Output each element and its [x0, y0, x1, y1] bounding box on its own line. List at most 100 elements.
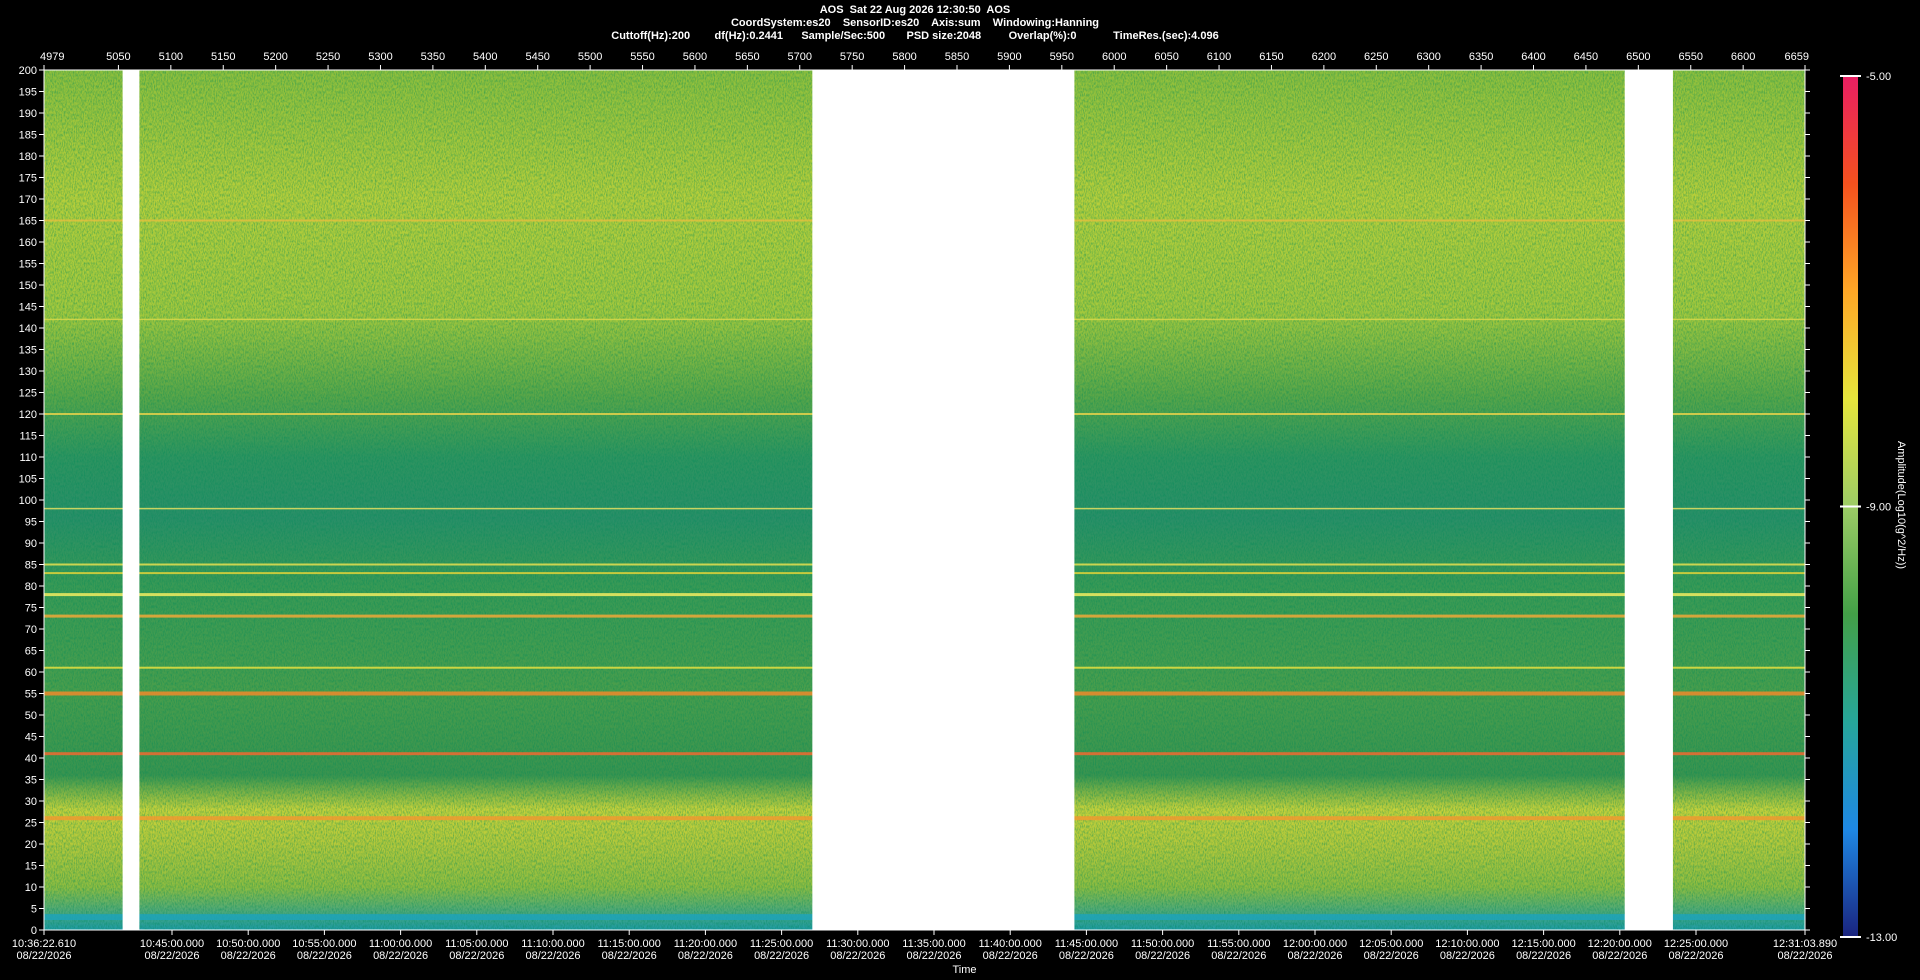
y-tick-label: 85 [25, 560, 37, 572]
bottom-tick-date: 08/22/2026 [983, 950, 1038, 962]
bottom-tick-date: 08/22/2026 [221, 950, 276, 962]
y-tick-label: 135 [19, 345, 37, 357]
y-tick-label: 95 [25, 517, 37, 529]
bottom-tick-date: 08/22/2026 [1364, 950, 1419, 962]
bottom-tick-date: 08/22/2026 [449, 950, 504, 962]
top-tick-label: 4979 [40, 51, 64, 63]
top-tick-label: 5200 [263, 51, 287, 63]
y-tick-label: 115 [19, 431, 37, 443]
x-axis-label: Time [952, 964, 976, 976]
top-tick-label: 5850 [945, 51, 969, 63]
y-tick-label: 190 [19, 108, 37, 120]
bottom-tick-date: 08/22/2026 [1135, 950, 1190, 962]
colorbar-tick-label: -13.00 [1866, 932, 1897, 944]
data-gap [1624, 70, 1673, 930]
bottom-tick-date: 08/22/2026 [1059, 950, 1114, 962]
y-tick-label: 200 [19, 65, 37, 77]
y-tick-label: 55 [25, 689, 37, 701]
spectrogram-chart: 0 5 10 15 20 25 30 35 40 45 50 55 60 65 70 75 80 85 90 95 10… [12, 51, 1897, 976]
bottom-tick-time: 11:50:00.000 [1131, 938, 1194, 950]
y-tick-label: 70 [25, 624, 37, 636]
bottom-tick-time: 11:15:00.000 [597, 938, 660, 950]
bottom-tick-date: 08/22/2026 [754, 950, 809, 962]
top-tick-label: 6250 [1364, 51, 1388, 63]
top-tick-label: 5250 [316, 51, 340, 63]
bottom-tick-time: 10:55:00.000 [292, 938, 356, 950]
bottom-tick-date: 08/22/2026 [297, 950, 352, 962]
top-tick-label: 6500 [1626, 51, 1650, 63]
y-tick-label: 170 [19, 194, 37, 206]
bottom-tick-date: 08/22/2026 [16, 950, 71, 962]
top-tick-label: 5650 [735, 51, 759, 63]
top-tick-label: 6050 [1154, 51, 1178, 63]
y-tick-label: 110 [19, 452, 37, 464]
bottom-tick-time: 12:00:00.000 [1283, 938, 1347, 950]
colorbar-tick-label: -9.00 [1866, 502, 1891, 514]
bottom-tick-date: 08/22/2026 [1668, 950, 1723, 962]
bottom-tick-time: 11:10:00.000 [521, 938, 584, 950]
data-gap [122, 70, 140, 930]
top-tick-label: 5700 [788, 51, 812, 63]
y-tick-label: 25 [25, 818, 37, 830]
bottom-tick-time: 11:45:00.000 [1055, 938, 1118, 950]
top-tick-label: 5450 [525, 51, 549, 63]
bottom-tick-date: 08/22/2026 [1516, 950, 1571, 962]
bottom-tick-time: 11:25:00.000 [750, 938, 813, 950]
bottom-tick-date: 08/22/2026 [830, 950, 885, 962]
bottom-tick-time: 12:05:00.000 [1359, 938, 1423, 950]
y-tick-label: 10 [25, 882, 37, 894]
top-tick-label: 6200 [1312, 51, 1336, 63]
top-tick-label: 5300 [368, 51, 392, 63]
y-tick-label: 130 [19, 366, 37, 378]
top-tick-label: 5550 [630, 51, 654, 63]
bottom-tick-time: 11:00:00.000 [369, 938, 432, 950]
bottom-tick-date: 08/22/2026 [906, 950, 961, 962]
y-tick-label: 45 [25, 732, 37, 744]
bottom-tick-time: 10:50:00.000 [216, 938, 280, 950]
y-tick-label: 20 [25, 839, 37, 851]
y-tick-label: 5 [31, 904, 37, 916]
y-tick-label: 40 [25, 753, 37, 765]
bottom-tick-date: 08/22/2026 [602, 950, 657, 962]
y-tick-label: 100 [19, 495, 37, 507]
top-tick-label: 5100 [159, 51, 183, 63]
y-tick-label: 0 [31, 925, 37, 937]
y-tick-label: 145 [19, 302, 37, 314]
top-tick-label: 6659 [1785, 51, 1809, 63]
y-tick-label: 155 [19, 259, 37, 271]
bottom-tick-time: 12:25:00.000 [1664, 938, 1728, 950]
y-tick-label: 125 [19, 388, 37, 400]
top-tick-label: 5050 [106, 51, 130, 63]
data-gap [812, 70, 1075, 930]
bottom-tick-time: 11:35:00.000 [902, 938, 965, 950]
bottom-tick-date: 08/22/2026 [1440, 950, 1495, 962]
top-tick-label: 5900 [997, 51, 1021, 63]
y-tick-label: 195 [19, 87, 37, 99]
y-tick-label: 80 [25, 581, 37, 593]
bottom-tick-time: 12:15:00.000 [1511, 938, 1575, 950]
bottom-tick-date: 08/22/2026 [525, 950, 580, 962]
bottom-tick-date: 08/22/2026 [373, 950, 428, 962]
bottom-tick-date: 08/22/2026 [144, 950, 199, 962]
y-tick-label: 15 [25, 861, 37, 873]
top-tick-label: 6550 [1679, 51, 1703, 63]
top-tick-label: 5350 [421, 51, 445, 63]
bottom-tick-time: 11:20:00.000 [674, 938, 737, 950]
top-tick-label: 6150 [1259, 51, 1283, 63]
y-tick-label: 160 [19, 237, 37, 249]
bottom-tick-time: 11:55:00.000 [1207, 938, 1270, 950]
y-tick-label: 35 [25, 775, 37, 787]
bottom-tick-date: 08/22/2026 [1287, 950, 1342, 962]
y-tick-label: 120 [19, 409, 37, 421]
top-tick-label: 6400 [1521, 51, 1545, 63]
y-tick-label: 150 [19, 280, 37, 292]
top-tick-label: 6600 [1731, 51, 1755, 63]
y-tick-label: 105 [19, 474, 37, 486]
bottom-tick-time: 12:20:00.000 [1588, 938, 1652, 950]
y-tick-label: 75 [25, 603, 37, 615]
top-tick-label: 5600 [683, 51, 707, 63]
top-tick-label: 5500 [578, 51, 602, 63]
top-tick-label: 5800 [892, 51, 916, 63]
top-tick-label: 6300 [1416, 51, 1440, 63]
bottom-tick-date: 08/22/2026 [1777, 950, 1832, 962]
